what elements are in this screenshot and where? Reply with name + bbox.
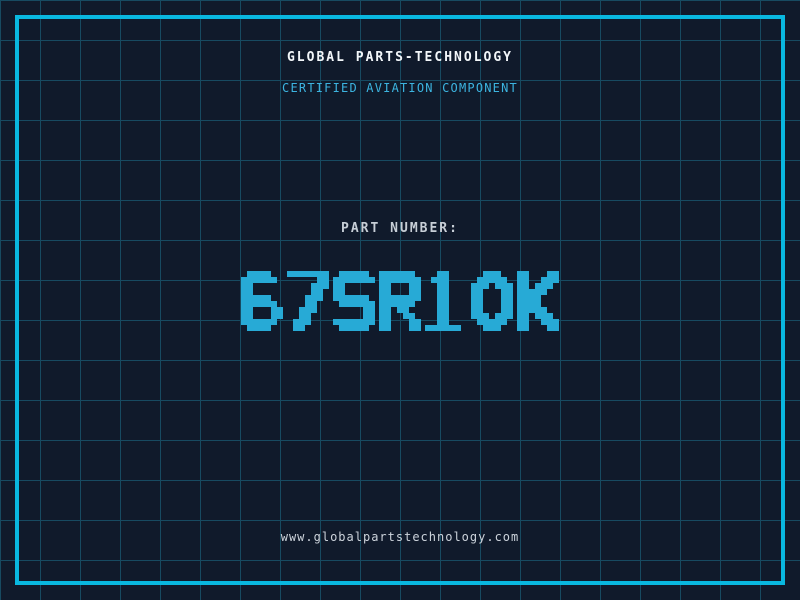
pixel-glyph bbox=[517, 271, 559, 331]
pixel-glyph bbox=[425, 271, 467, 331]
certification-subtitle: CERTIFIED AVIATION COMPONENT bbox=[282, 81, 518, 95]
pixel-glyph bbox=[287, 271, 329, 331]
part-number-value bbox=[0, 271, 800, 331]
pixel-glyph bbox=[333, 271, 375, 331]
website-url: www.globalpartstechnology.com bbox=[280, 530, 520, 544]
component-label-plate: GLOBAL PARTS-TECHNOLOGY CERTIFIED AVIATI… bbox=[0, 0, 800, 600]
pixel-glyph bbox=[241, 271, 283, 331]
pixel-glyph bbox=[379, 271, 421, 331]
part-number-label: PART NUMBER: bbox=[341, 221, 459, 236]
pixel-glyph bbox=[471, 271, 513, 331]
company-name: GLOBAL PARTS-TECHNOLOGY bbox=[286, 50, 513, 65]
